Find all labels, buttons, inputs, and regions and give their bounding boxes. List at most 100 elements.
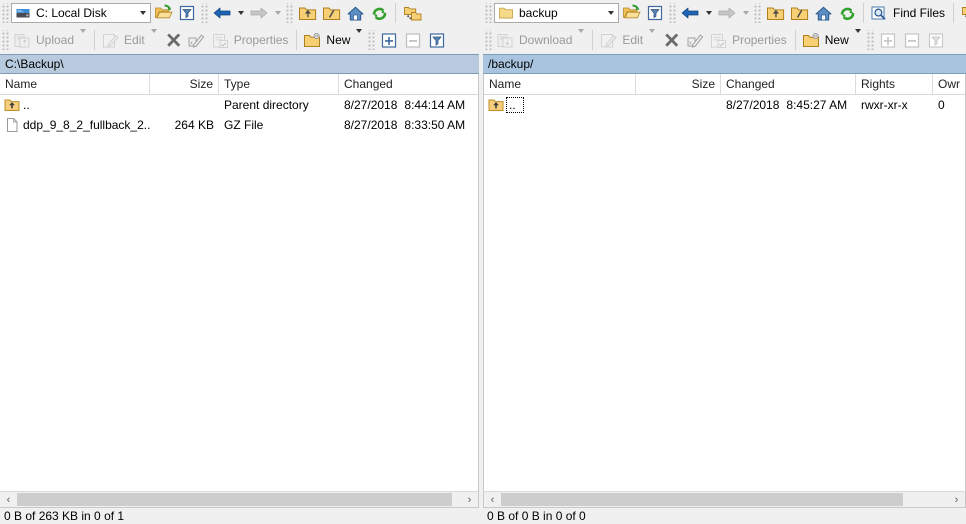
left-new-button[interactable]: New <box>301 28 366 52</box>
left-new-dropdown-arrow[interactable] <box>356 29 363 47</box>
left-row0-type: Parent directory <box>224 98 309 112</box>
left-back-button[interactable] <box>210 1 234 25</box>
toolbar-grip[interactable] <box>485 3 492 23</box>
left-address-value: C: Local Disk <box>36 6 107 20</box>
left-forward-dropdown-arrow <box>271 1 284 25</box>
right-horizontal-scrollbar[interactable]: ‹ › <box>483 491 966 508</box>
right-delete-button <box>659 28 683 52</box>
left-scroll-track[interactable] <box>17 492 461 507</box>
right-path-bar[interactable]: /backup/ <box>483 54 966 74</box>
right-find-files-button[interactable]: Find Files <box>868 1 949 25</box>
right-row0-owner: 0 <box>938 98 945 112</box>
right-column-header-changed[interactable]: Changed <box>721 74 856 94</box>
right-find-files-label: Find Files <box>893 6 946 20</box>
right-row0-rights: rwxr-xr-x <box>861 98 908 112</box>
left-scroll-thumb[interactable] <box>17 493 453 506</box>
right-edit-dropdown-arrow <box>649 29 656 47</box>
right-column-header-owner[interactable]: Owr <box>933 74 965 94</box>
left-row0-name[interactable]: .. <box>0 95 150 115</box>
right-scroll-left-button[interactable]: ‹ <box>484 492 501 507</box>
left-address-bar[interactable]: C: Local Disk <box>11 3 151 23</box>
right-status-text: 0 B of 0 B in 0 of 0 <box>487 509 586 523</box>
toolbar-grip[interactable] <box>2 30 9 50</box>
right-column-header-rights[interactable]: Rights <box>856 74 933 94</box>
right-address-dropdown-arrow[interactable] <box>604 4 618 22</box>
toolbar-grip[interactable] <box>286 3 293 23</box>
toolbar-grip[interactable] <box>2 3 9 23</box>
left-bookmark-button[interactable] <box>400 1 424 25</box>
toolbar-separator <box>794 30 796 50</box>
right-refresh-button[interactable] <box>835 1 859 25</box>
new-folder-icon <box>802 32 821 49</box>
right-root-directory-button[interactable] <box>787 1 811 25</box>
left-path-text: C:\Backup\ <box>5 57 64 71</box>
left-scroll-right-button[interactable]: › <box>461 492 478 507</box>
right-open-directory-button[interactable] <box>619 1 643 25</box>
right-column-header-name[interactable]: Name ^ <box>484 74 636 94</box>
left-back-dropdown-arrow[interactable] <box>234 1 247 25</box>
left-home-directory-button[interactable] <box>343 1 367 25</box>
table-row[interactable]: ddp_9_8_2_fullback_2... 264 KB GZ File 8… <box>0 115 478 135</box>
right-new-dropdown-arrow[interactable] <box>854 29 861 47</box>
right-filter-button[interactable] <box>643 1 667 25</box>
left-filter-button[interactable] <box>175 1 199 25</box>
right-rename-button: x <box>683 28 707 52</box>
left-column-header-name[interactable]: Name ^ <box>0 74 150 94</box>
right-home-directory-button[interactable] <box>811 1 835 25</box>
left-column-header-changed[interactable]: Changed <box>339 74 478 94</box>
left-horizontal-scrollbar[interactable]: ‹ › <box>0 491 479 508</box>
find-files-magnifier-icon <box>870 5 889 22</box>
right-scroll-right-button[interactable]: › <box>948 492 965 507</box>
left-upload-dropdown-arrow <box>80 29 87 47</box>
right-back-dropdown-arrow[interactable] <box>702 1 715 25</box>
properties-icon <box>709 32 728 49</box>
right-row0-name[interactable]: .. <box>484 95 636 115</box>
toolbar-separator <box>592 30 594 50</box>
right-properties-label: Properties <box>732 33 787 47</box>
right-column-header-size[interactable]: Size <box>636 74 721 94</box>
left-column-header-type[interactable]: Type <box>219 74 339 94</box>
left-file-list[interactable]: Name ^ Size Type Changed .. Parent direc… <box>0 74 479 491</box>
new-folder-icon <box>303 32 322 49</box>
right-edit-button: Edit <box>597 28 659 52</box>
left-select-add-button[interactable] <box>377 28 401 52</box>
left-row1-name[interactable]: ddp_9_8_2_fullback_2... <box>0 115 150 135</box>
left-column-header-size[interactable]: Size <box>150 74 219 94</box>
left-parent-directory-button[interactable] <box>295 1 319 25</box>
left-status-text: 0 B of 263 KB in 0 of 1 <box>4 509 125 523</box>
left-delete-button <box>161 28 185 52</box>
toolbar-grip[interactable] <box>866 30 874 50</box>
right-bookmark-button[interactable] <box>958 1 966 25</box>
toolbar-grip[interactable] <box>201 3 208 23</box>
toolbar-grip[interactable] <box>485 30 492 50</box>
left-row1-type: GZ File <box>224 118 264 132</box>
right-scroll-track[interactable] <box>501 492 948 507</box>
right-address-bar[interactable]: backup <box>494 3 619 23</box>
right-download-dropdown-arrow <box>578 29 585 47</box>
toolbar-grip[interactable] <box>669 3 676 23</box>
left-path-bar[interactable]: C:\Backup\ <box>0 54 479 74</box>
left-scroll-left-button[interactable]: ‹ <box>0 492 17 507</box>
right-row0-size <box>636 95 721 115</box>
right-select-remove-button <box>900 28 924 52</box>
table-row[interactable]: .. 8/27/2018 8:45:27 AM rwxr-xr-x 0 <box>484 95 965 115</box>
right-file-list[interactable]: Name ^ Size Changed Rights Owr .. 8/27/2… <box>483 74 966 491</box>
left-root-directory-button[interactable] <box>319 1 343 25</box>
toolbar-grip[interactable] <box>754 3 761 23</box>
left-address-dropdown-arrow[interactable] <box>136 4 150 22</box>
right-back-button[interactable] <box>678 1 702 25</box>
sort-ascending-icon: ^ <box>78 74 83 80</box>
left-upload-label: Upload <box>36 33 75 47</box>
left-select-filter-button[interactable] <box>425 28 449 52</box>
folder-icon <box>498 5 514 21</box>
right-scroll-thumb[interactable] <box>501 493 904 506</box>
left-refresh-button[interactable] <box>367 1 391 25</box>
table-row[interactable]: .. Parent directory 8/27/2018 8:44:14 AM <box>0 95 478 115</box>
right-select-filter-button <box>924 28 948 52</box>
right-new-button[interactable]: New <box>800 28 865 52</box>
toolbar-grip[interactable] <box>368 30 376 50</box>
left-properties-label: Properties <box>233 33 289 47</box>
left-open-directory-button[interactable] <box>151 1 175 25</box>
right-parent-directory-button[interactable] <box>763 1 787 25</box>
left-properties-button: Properties <box>209 28 293 52</box>
